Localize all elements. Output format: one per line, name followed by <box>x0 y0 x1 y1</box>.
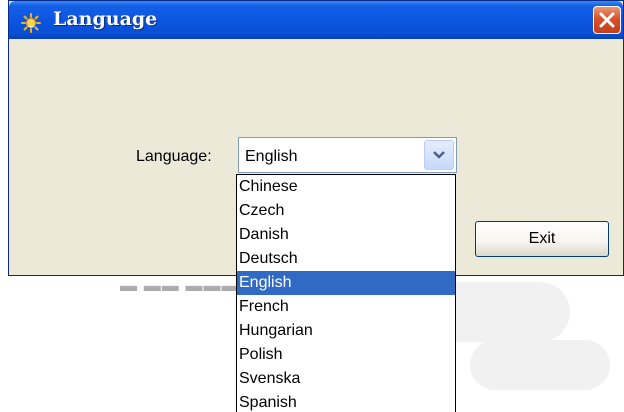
dropdown-option[interactable]: Danish <box>237 223 455 247</box>
dropdown-option[interactable]: Deutsch <box>237 247 455 271</box>
dropdown-option[interactable]: Svenska <box>237 367 455 391</box>
chevron-down-icon <box>433 151 445 159</box>
close-button[interactable] <box>593 6 621 34</box>
dropdown-option[interactable]: English <box>237 271 455 295</box>
window-title: Language <box>53 8 158 30</box>
dropdown-option[interactable]: Chinese <box>237 175 455 199</box>
dropdown-option[interactable]: Spanish <box>237 391 455 412</box>
language-select-value: English <box>245 148 298 165</box>
language-dropdown-list[interactable]: Chinese Czech Danish Deutsch English French Hu… <box>236 174 456 412</box>
dropdown-button[interactable] <box>424 140 454 170</box>
title-bar[interactable]: Language <box>9 1 623 39</box>
dropdown-option[interactable]: Czech <box>237 199 455 223</box>
background-blur <box>470 340 610 390</box>
language-select[interactable]: English <box>238 137 457 173</box>
dropdown-option[interactable]: Hungarian <box>237 319 455 343</box>
sun-icon <box>21 13 41 33</box>
dropdown-option[interactable]: Polish <box>237 343 455 367</box>
language-label: Language: <box>136 148 212 165</box>
dropdown-option[interactable]: French <box>237 295 455 319</box>
close-icon <box>599 12 615 28</box>
exit-button[interactable]: Exit <box>475 221 609 257</box>
